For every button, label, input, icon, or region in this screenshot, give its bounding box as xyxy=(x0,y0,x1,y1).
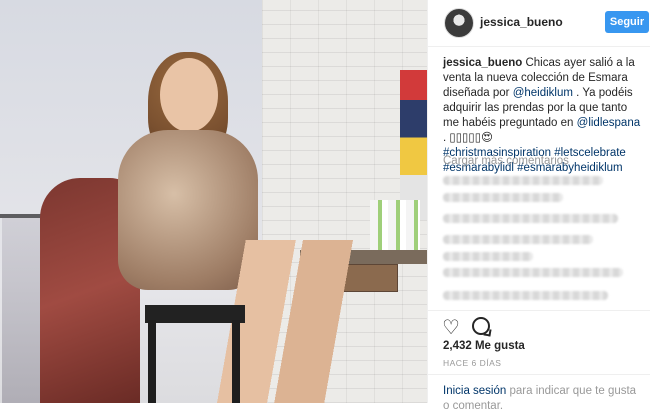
photo-chair-leg xyxy=(148,320,156,403)
heart-icon[interactable]: ♡ xyxy=(442,318,460,338)
mention-heidiklum[interactable]: @heidiklum xyxy=(513,87,573,99)
login-link[interactable]: Inicia sesión xyxy=(443,385,506,397)
caption-text-3: . ▯▯▯▯▯😍 xyxy=(443,132,494,144)
photo-bottles xyxy=(370,200,420,250)
comment-icon[interactable] xyxy=(472,317,490,335)
blurred-comment xyxy=(443,252,533,261)
instagram-post-view: jessica_bueno Seguir jessica_bueno Chica… xyxy=(0,0,650,412)
avatar[interactable] xyxy=(444,8,474,38)
post-time: HACE 6 DÍAS xyxy=(443,358,502,368)
header-username[interactable]: jessica_bueno xyxy=(480,15,563,29)
likes-count[interactable]: 2,432 Me gusta xyxy=(443,340,525,352)
blurred-comment xyxy=(443,268,623,277)
post-header: jessica_bueno Seguir xyxy=(428,0,650,47)
photo-chair-leg xyxy=(232,320,240,403)
photo-chair-seat xyxy=(145,305,245,323)
login-prompt: Inicia sesión para indicar que te gusta … xyxy=(428,374,650,412)
photo-poster xyxy=(400,70,427,220)
blurred-comment xyxy=(443,176,603,185)
post-actions: ♡ xyxy=(428,310,650,341)
blurred-comment xyxy=(443,214,618,223)
post-photo[interactable] xyxy=(0,0,427,403)
blurred-comment xyxy=(443,291,608,300)
photo-head xyxy=(160,58,218,132)
post-side-panel: jessica_bueno Seguir jessica_bueno Chica… xyxy=(427,0,650,412)
caption-username[interactable]: jessica_bueno xyxy=(443,57,522,69)
login-text: Inicia sesión para indicar que te gusta … xyxy=(443,384,643,414)
mention-lidlespana[interactable]: @lidlespana xyxy=(577,117,640,129)
follow-button[interactable]: Seguir xyxy=(605,11,649,33)
blurred-comment xyxy=(443,235,593,244)
blurred-comment xyxy=(443,193,563,202)
load-more-comments[interactable]: Cargar más comentarios xyxy=(443,155,569,167)
